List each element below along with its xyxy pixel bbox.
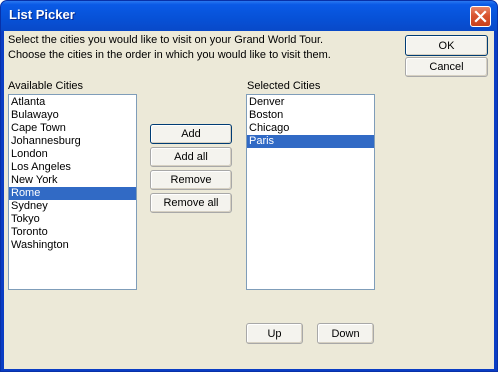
- list-item[interactable]: Cape Town: [9, 122, 136, 135]
- list-item[interactable]: New York: [9, 174, 136, 187]
- list-item[interactable]: Paris: [247, 135, 374, 148]
- close-icon: [474, 10, 487, 23]
- list-item[interactable]: Sydney: [9, 200, 136, 213]
- selected-cities-listbox[interactable]: Denver Boston Chicago Paris: [246, 94, 375, 290]
- list-item[interactable]: Chicago: [247, 122, 374, 135]
- list-picker-window: List Picker Select the cities you would …: [0, 0, 498, 372]
- dialog-body: Select the cities you would like to visi…: [4, 31, 494, 369]
- list-item[interactable]: Boston: [247, 109, 374, 122]
- close-button[interactable]: [470, 6, 491, 27]
- list-item[interactable]: Rome: [9, 187, 136, 200]
- available-cities-label: Available Cities: [8, 80, 84, 92]
- instruction-line-1: Select the cities you would like to visi…: [8, 34, 324, 46]
- list-item[interactable]: Atlanta: [9, 96, 136, 109]
- list-item[interactable]: Los Angeles: [9, 161, 136, 174]
- remove-button[interactable]: Remove: [150, 170, 232, 190]
- list-item[interactable]: Denver: [247, 96, 374, 109]
- cancel-button[interactable]: Cancel: [405, 57, 488, 77]
- ok-button[interactable]: OK: [405, 35, 488, 56]
- available-cities-list: Atlanta Bulawayo Cape Town Johannesburg Lond…: [9, 95, 136, 252]
- list-item[interactable]: Toronto: [9, 226, 136, 239]
- window-title: List Picker: [9, 7, 75, 22]
- remove-all-button[interactable]: Remove all: [150, 193, 232, 213]
- instruction-line-2: Choose the cities in the order in which …: [8, 49, 331, 61]
- list-item[interactable]: London: [9, 148, 136, 161]
- list-item[interactable]: Tokyo: [9, 213, 136, 226]
- available-cities-listbox[interactable]: Atlanta Bulawayo Cape Town Johannesburg Lond…: [8, 94, 137, 290]
- up-button[interactable]: Up: [246, 323, 303, 344]
- list-item[interactable]: Washington: [9, 239, 136, 252]
- add-button[interactable]: Add: [150, 124, 232, 144]
- selected-cities-label: Selected Cities: [247, 80, 321, 92]
- add-all-button[interactable]: Add all: [150, 147, 232, 167]
- list-item[interactable]: Bulawayo: [9, 109, 136, 122]
- list-item[interactable]: Johannesburg: [9, 135, 136, 148]
- title-bar[interactable]: List Picker: [1, 1, 497, 31]
- selected-cities-list: Denver Boston Chicago Paris: [247, 95, 374, 148]
- down-button[interactable]: Down: [317, 323, 374, 344]
